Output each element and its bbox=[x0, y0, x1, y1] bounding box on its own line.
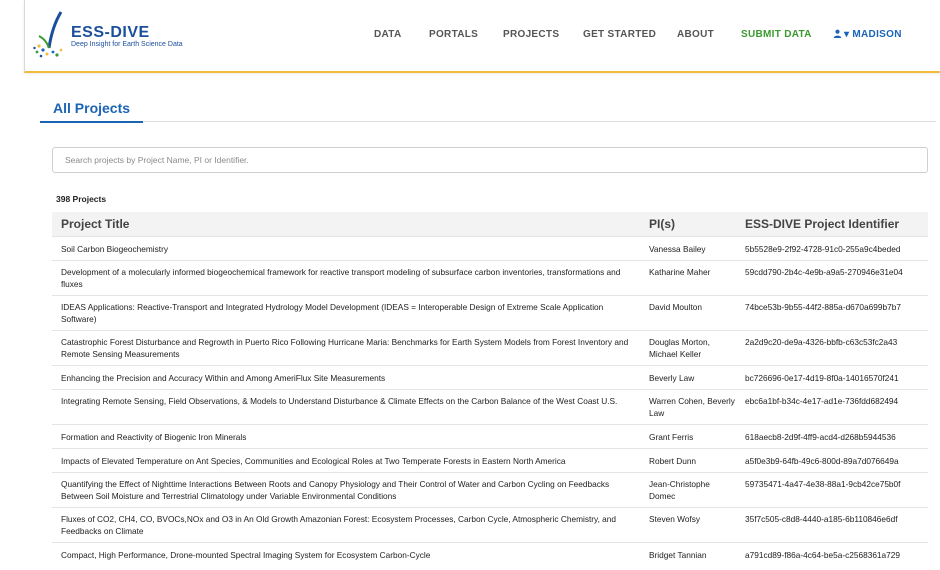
row-title[interactable]: Catastrophic Forest Disturbance and Regr… bbox=[61, 336, 631, 360]
row-identifier: 59cdd790-2b4c-4e9b-a9a5-270946e31e04 bbox=[745, 267, 903, 277]
table-row[interactable]: Integrating Remote Sensing, Field Observ… bbox=[52, 389, 928, 424]
row-identifier: ebc6a1bf-b34c-4e17-ad1e-736fdd682494 bbox=[745, 396, 899, 406]
table-row[interactable]: Development of a molecularly informed bi… bbox=[52, 260, 928, 295]
project-count: 398 Projects bbox=[56, 194, 107, 204]
row-identifier: 35f7c505-c8d8-4440-a185-6b110846e6df bbox=[745, 514, 898, 524]
table-row[interactable]: Catastrophic Forest Disturbance and Regr… bbox=[52, 330, 928, 365]
user-icon bbox=[833, 29, 842, 38]
tab-bar: All Projects bbox=[40, 96, 936, 123]
row-title[interactable]: Formation and Reactivity of Biogenic Iro… bbox=[61, 431, 631, 443]
table-row[interactable]: Formation and Reactivity of Biogenic Iro… bbox=[52, 424, 928, 448]
row-title[interactable]: Enhancing the Precision and Accuracy Wit… bbox=[61, 372, 631, 384]
row-title[interactable]: Fluxes of CO2, CH4, CO, BVOCs,NOx and O3… bbox=[61, 513, 631, 537]
row-identifier: 59735471-4a47-4e38-88a1-9cb42ce75b0f bbox=[745, 479, 901, 489]
row-title[interactable]: Integrating Remote Sensing, Field Observ… bbox=[61, 395, 631, 407]
tab-all-projects[interactable]: All Projects bbox=[40, 96, 144, 123]
main-nav: DATA PORTALS PROJECTS GET STARTED ABOUT … bbox=[25, 29, 940, 45]
table-row[interactable]: Compact, High Performance, Drone-mounted… bbox=[52, 542, 928, 566]
row-pi: Vanessa Bailey bbox=[649, 244, 706, 254]
project-search-input[interactable] bbox=[52, 147, 928, 173]
nav-portals[interactable]: PORTALS bbox=[429, 29, 478, 40]
row-pi: Douglas Morton, Michael Keller bbox=[649, 337, 710, 359]
table-header: Project Title PI(s) ESS-DIVE Project Ide… bbox=[52, 212, 928, 236]
column-header-identifier[interactable]: ESS-DIVE Project Identifier bbox=[745, 217, 899, 231]
row-identifier: 618aecb8-2d9f-4ff9-acd4-d268b5944536 bbox=[745, 432, 896, 442]
row-title[interactable]: Quantifying the Effect of Nighttime Inte… bbox=[61, 478, 631, 502]
row-pi: Warren Cohen, Beverly Law bbox=[649, 396, 735, 418]
row-identifier: a5f0e3b9-64fb-49c6-800d-89a7d076649a bbox=[745, 456, 899, 466]
nav-get-started[interactable]: GET STARTED bbox=[583, 29, 656, 40]
projects-table: Project Title PI(s) ESS-DIVE Project Ide… bbox=[52, 212, 928, 566]
row-title[interactable]: Compact, High Performance, Drone-mounted… bbox=[61, 549, 631, 561]
column-header-pi[interactable]: PI(s) bbox=[649, 217, 675, 231]
column-header-title[interactable]: Project Title bbox=[61, 217, 129, 231]
nav-projects[interactable]: PROJECTS bbox=[503, 29, 559, 40]
nav-submit-data[interactable]: SUBMIT DATA bbox=[741, 29, 812, 40]
row-identifier: 74bce53b-9b55-44f2-885a-d670a699b7b7 bbox=[745, 302, 901, 312]
table-row[interactable]: Soil Carbon Biogeochemistry Vanessa Bail… bbox=[52, 236, 928, 260]
row-title[interactable]: Development of a molecularly informed bi… bbox=[61, 266, 631, 290]
row-title[interactable]: IDEAS Applications: Reactive-Transport a… bbox=[61, 301, 631, 325]
nav-about[interactable]: ABOUT bbox=[677, 29, 714, 40]
row-title[interactable]: Soil Carbon Biogeochemistry bbox=[61, 243, 631, 255]
user-menu[interactable]: ▾ MADISON bbox=[833, 29, 902, 40]
row-pi: Bridget Tannian bbox=[649, 550, 707, 560]
top-navbar: ESS-DIVE Deep Insight for Earth Science … bbox=[24, 0, 940, 73]
row-pi: Robert Dunn bbox=[649, 456, 697, 466]
table-row[interactable]: Fluxes of CO2, CH4, CO, BVOCs,NOx and O3… bbox=[52, 507, 928, 542]
row-identifier: 5b5528e9-2f92-4728-91c0-255a9c4beded bbox=[745, 244, 901, 254]
table-row[interactable]: Quantifying the Effect of Nighttime Inte… bbox=[52, 472, 928, 507]
row-pi: Grant Ferris bbox=[649, 432, 694, 442]
table-row[interactable]: Impacts of Elevated Temperature on Ant S… bbox=[52, 448, 928, 472]
row-pi: Jean-Christophe Domec bbox=[649, 479, 710, 501]
row-pi: Beverly Law bbox=[649, 373, 695, 383]
nav-data[interactable]: DATA bbox=[374, 29, 402, 40]
row-pi: David Moulton bbox=[649, 302, 703, 312]
row-identifier: 2a2d9c20-de9a-4326-bbfb-c63c53fc2a43 bbox=[745, 337, 898, 347]
row-title[interactable]: Impacts of Elevated Temperature on Ant S… bbox=[61, 455, 631, 467]
user-menu-label: ▾ MADISON bbox=[844, 29, 902, 40]
row-pi: Katharine Maher bbox=[649, 267, 711, 277]
row-identifier: bc726696-0e17-4d19-8f0a-14016570f241 bbox=[745, 373, 899, 383]
row-pi: Steven Wofsy bbox=[649, 514, 701, 524]
table-row[interactable]: IDEAS Applications: Reactive-Transport a… bbox=[52, 295, 928, 330]
table-row[interactable]: Enhancing the Precision and Accuracy Wit… bbox=[52, 365, 928, 389]
row-identifier: a791cd89-f86a-4c64-be5a-c2568361a729 bbox=[745, 550, 901, 560]
